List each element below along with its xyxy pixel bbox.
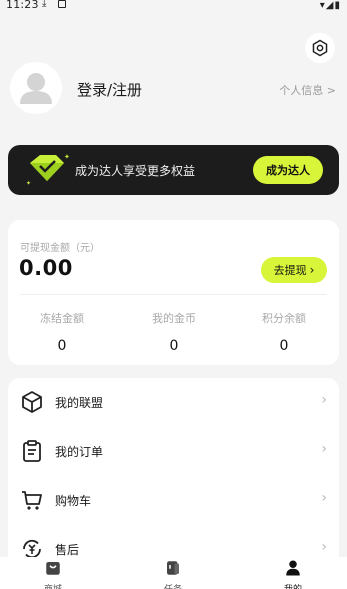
settings-button[interactable] xyxy=(305,33,335,63)
clipboard-icon xyxy=(23,440,41,462)
bottom-tab-bar: 商城 任务 我的 xyxy=(0,557,347,589)
stat-coins[interactable]: 我的金币 0 xyxy=(124,310,224,354)
default-avatar-icon xyxy=(20,73,52,104)
download-icon: ⤓ xyxy=(42,0,47,9)
cube-icon xyxy=(22,391,42,413)
stat-label: 冻结金额 xyxy=(40,312,84,325)
tab-shop[interactable]: 商城 xyxy=(13,559,93,589)
chevron-right-icon: › xyxy=(321,490,327,506)
gear-icon xyxy=(312,39,328,57)
chevron-right-icon: › xyxy=(321,441,327,457)
stat-label: 我的金币 xyxy=(152,312,196,325)
task-icon xyxy=(167,561,179,575)
status-bar: 11:23 ⤓ ▾◢▮ xyxy=(0,0,347,14)
stat-value: 0 xyxy=(169,338,179,354)
menu-label: 我的订单 xyxy=(55,445,104,459)
withdraw-label: 去提现 xyxy=(273,264,307,277)
tab-label: 我的 xyxy=(253,582,333,589)
vip-banner[interactable]: ✦ ✦ 成为达人享受更多权益 成为达人 xyxy=(8,145,339,195)
menu-label: 我的联盟 xyxy=(55,396,104,410)
user-icon xyxy=(286,560,300,576)
personal-info-link[interactable]: 个人信息 > xyxy=(279,82,336,98)
tab-label: 任务 xyxy=(133,582,213,589)
chevron-right-icon: › xyxy=(321,539,327,555)
menu-list: 我的联盟 › 我的订单 › 购物车 › 售后 › xyxy=(8,378,339,578)
cart-icon xyxy=(22,491,42,510)
become-expert-button[interactable]: 成为达人 xyxy=(253,156,323,184)
withdraw-button[interactable]: 去提现 › xyxy=(261,257,327,283)
stat-points[interactable]: 积分余额 0 xyxy=(234,310,334,354)
stat-label: 积分余额 xyxy=(262,312,306,325)
stat-frozen[interactable]: 冻结金额 0 xyxy=(12,310,112,354)
menu-label: 售后 xyxy=(55,543,80,557)
shop-icon xyxy=(46,562,60,575)
login-register-link[interactable]: 登录/注册 xyxy=(77,79,142,100)
menu-item-alliance[interactable]: 我的联盟 › xyxy=(8,378,339,426)
stat-value: 0 xyxy=(57,338,67,354)
divider xyxy=(20,294,327,295)
chevron-right-icon: › xyxy=(309,263,315,277)
withdrawable-label: 可提现金额（元） xyxy=(20,243,100,254)
tab-mine[interactable]: 我的 xyxy=(253,559,333,589)
menu-label: 购物车 xyxy=(55,494,92,508)
signal-battery-icon: ▾◢▮ xyxy=(319,0,341,11)
tab-tasks[interactable]: 任务 xyxy=(133,559,213,589)
avatar[interactable] xyxy=(10,62,62,114)
chevron-right-icon: › xyxy=(321,392,327,408)
status-time: 11:23 xyxy=(6,0,39,11)
vip-banner-text: 成为达人享受更多权益 xyxy=(75,164,196,178)
menu-item-orders[interactable]: 我的订单 › xyxy=(8,427,339,475)
menu-item-cart[interactable]: 购物车 › xyxy=(8,476,339,524)
notification-icon xyxy=(58,0,66,8)
diamond-icon: ✦ ✦ xyxy=(26,153,70,187)
wallet-card: 可提现金额（元） 0.00 去提现 › 冻结金额 0 我的金币 0 积分余额 0 xyxy=(8,220,339,365)
svg-text:✦: ✦ xyxy=(64,153,70,161)
tab-label: 商城 xyxy=(13,582,93,589)
svg-text:✦: ✦ xyxy=(26,180,31,187)
withdrawable-amount: 0.00 xyxy=(19,256,73,280)
profile-section[interactable]: 登录/注册 个人信息 > xyxy=(10,62,340,118)
stat-value: 0 xyxy=(279,338,289,354)
